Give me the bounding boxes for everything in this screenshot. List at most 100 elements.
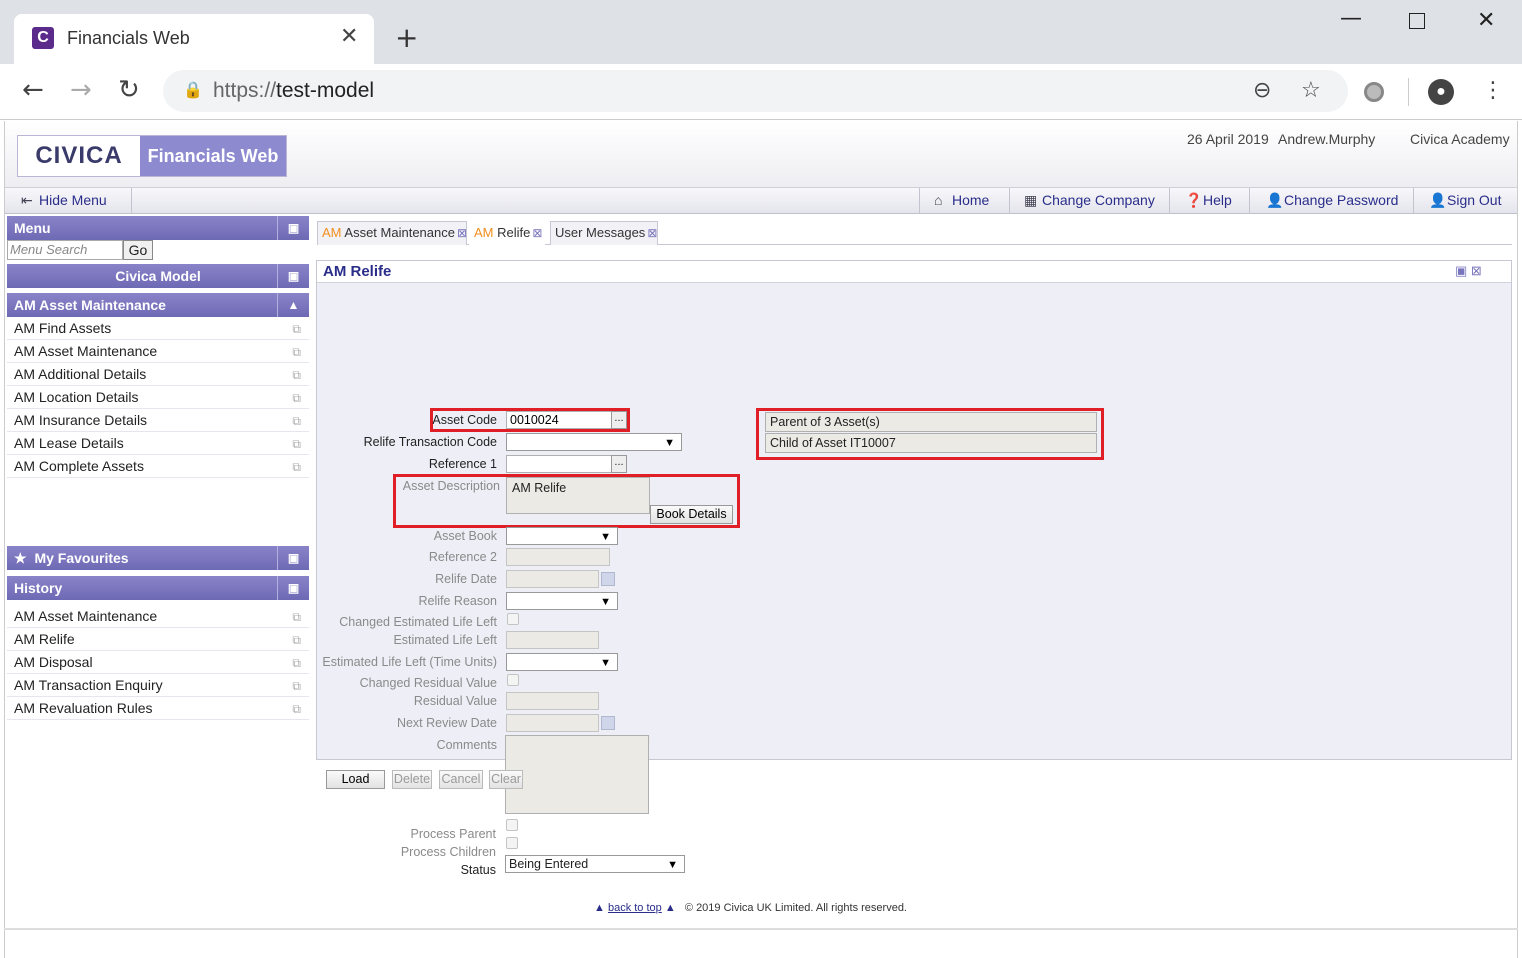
forward-arrow-icon[interactable]: → — [70, 76, 92, 104]
home-icon: ⌂ — [934, 192, 943, 208]
kebab-menu-icon[interactable]: ⋮ — [1482, 78, 1504, 104]
load-button[interactable]: Load — [326, 770, 385, 789]
browser-tab[interactable]: C Financials Web ✕ — [14, 14, 374, 64]
clear-button[interactable]: Clear — [489, 770, 523, 789]
history-item[interactable]: AM Disposal ⧉ — [7, 651, 309, 674]
menu-item-am-location-details[interactable]: AM Location Details ⧉ — [7, 386, 309, 409]
asset-description-label: Asset Description — [402, 479, 500, 493]
dropdown-arrow-icon: ▼ — [664, 437, 675, 449]
tab-title: Financials Web — [67, 28, 190, 48]
reference1-input[interactable] — [506, 455, 612, 473]
menubar-divider — [131, 188, 132, 214]
panel-toggle-icon[interactable]: ▣ — [277, 216, 309, 240]
menu-model-header[interactable]: Civica Model ▣ — [7, 264, 309, 288]
header-user: Andrew.Murphy — [1278, 131, 1376, 147]
panel-close-icon[interactable]: ⊠ — [1471, 263, 1482, 278]
menu-item-am-additional-details[interactable]: AM Additional Details ⧉ — [7, 363, 309, 386]
open-external-icon[interactable]: ⧉ — [292, 341, 301, 363]
menu-section-header[interactable]: AM Asset Maintenance ▲ — [7, 293, 309, 317]
history-item[interactable]: AM Asset Maintenance ⧉ — [7, 605, 309, 628]
tab-close-icon[interactable]: ⊠ — [532, 226, 542, 240]
asset-code-input[interactable]: 0010024 — [506, 411, 612, 429]
next-review-date-label: Next Review Date — [396, 716, 497, 730]
history-item[interactable]: AM Relife ⧉ — [7, 628, 309, 651]
tab-relife[interactable]: AM Relife ⊠ — [469, 221, 545, 245]
parent-info-field: Parent of 3 Asset(s) — [765, 412, 1097, 432]
history-item[interactable]: AM Transaction Enquiry ⧉ — [7, 674, 309, 697]
profile-icon[interactable]: ● — [1428, 79, 1454, 105]
user-key-icon: 👤 — [1266, 192, 1284, 208]
section-collapse-icon[interactable]: ▲ — [277, 293, 309, 317]
history-list: AM Asset Maintenance ⧉ AM Relife ⧉ AM Disp… — [7, 605, 309, 720]
tab-close-icon[interactable]: ⊠ — [457, 226, 467, 240]
comments-textarea[interactable] — [505, 735, 649, 814]
status-select[interactable]: Being Entered ▼ — [505, 855, 685, 873]
asset-code-lookup-button[interactable]: ... — [611, 411, 627, 429]
menu-item-am-complete-assets[interactable]: AM Complete Assets ⧉ — [7, 455, 309, 478]
estimated-life-left-units-select[interactable]: ▼ — [506, 653, 618, 671]
tab-asset-maintenance[interactable]: AM Asset Maintenance ⊠ — [317, 221, 467, 245]
menu-panel-header: Menu ▣ — [7, 216, 309, 240]
open-external-icon[interactable]: ⧉ — [292, 364, 301, 386]
process-children-label: Process Children — [400, 845, 496, 859]
extension-icon[interactable] — [1364, 82, 1384, 102]
history-panel-header[interactable]: History ▣ — [7, 576, 309, 600]
help-link[interactable]: ❓Help — [1185, 192, 1232, 209]
menu-item-am-insurance-details[interactable]: AM Insurance Details ⧉ — [7, 409, 309, 432]
reference1-lookup-button[interactable]: ... — [611, 455, 627, 473]
panel-toggle-icon[interactable]: ▣ — [277, 264, 309, 288]
minimize-icon[interactable]: — — [1340, 6, 1362, 31]
book-details-button[interactable]: Book Details — [650, 505, 733, 524]
menu-item-am-lease-details[interactable]: AM Lease Details ⧉ — [7, 432, 309, 455]
history-item[interactable]: AM Revaluation Rules ⧉ — [7, 697, 309, 720]
menu-search-input[interactable]: Menu Search — [7, 240, 123, 260]
zoom-out-icon[interactable]: ⊖ — [1253, 78, 1271, 103]
address-bar[interactable]: 🔒 https://test-model ⊖ ☆ — [163, 70, 1348, 112]
bookmark-star-icon[interactable]: ☆ — [1301, 78, 1321, 103]
favourites-panel-header[interactable]: ★ My Favourites ▣ — [7, 546, 309, 570]
relife-transaction-code-label: Relife Transaction Code — [363, 435, 497, 449]
calendar-icon — [601, 572, 615, 586]
menu-item-am-find-assets[interactable]: AM Find Assets ⧉ — [7, 317, 309, 340]
reference2-input — [506, 548, 610, 566]
civica-logo: CIVICA — [18, 136, 140, 176]
process-parent-label: Process Parent — [410, 827, 496, 841]
maximize-icon[interactable] — [1409, 13, 1425, 29]
change-company-link[interactable]: ▦ Change Company — [1024, 192, 1155, 209]
tab-close-icon[interactable]: ✕ — [340, 24, 358, 49]
sign-out-link[interactable]: 👤Sign Out — [1429, 192, 1501, 209]
app-window: CIVICA Financials Web 26 April 2019 Andr… — [4, 121, 1518, 958]
relife-reason-select[interactable]: ▼ — [506, 592, 618, 610]
menubar-divider — [1169, 188, 1170, 214]
menu-search-go-button[interactable]: Go — [123, 240, 153, 260]
page-footer: ▲ back to top ▲ © 2019 Civica UK Limited… — [594, 902, 907, 914]
relife-form-panel: AM Relife ▣ ⊠ Asset Code 0010024 ... Rel… — [316, 260, 1512, 760]
change-password-link[interactable]: 👤Change Password — [1266, 192, 1398, 209]
back-arrow-icon[interactable]: ← — [22, 76, 44, 104]
relife-transaction-code-select[interactable]: ▼ — [506, 433, 682, 451]
delete-button[interactable]: Delete — [392, 770, 432, 789]
open-external-icon[interactable]: ⧉ — [292, 387, 301, 409]
tab-user-messages[interactable]: User Messages ⊠ — [550, 221, 658, 245]
panel-maximize-icon[interactable]: ▣ — [1455, 263, 1467, 278]
tab-close-icon[interactable]: ⊠ — [647, 226, 657, 240]
home-link[interactable]: ⌂ Home — [934, 192, 989, 208]
open-external-icon[interactable]: ⧉ — [292, 318, 301, 340]
app-header: CIVICA Financials Web 26 April 2019 Andr… — [5, 121, 1517, 187]
back-to-top-link[interactable]: back to top — [608, 902, 662, 914]
new-tab-icon[interactable]: + — [395, 24, 418, 52]
changed-estimated-life-left-checkbox — [507, 613, 519, 625]
menu-item-am-asset-maintenance[interactable]: AM Asset Maintenance ⧉ — [7, 340, 309, 363]
menubar-divider — [1413, 188, 1414, 214]
reference1-label: Reference 1 — [428, 457, 497, 471]
residual-value-label: Residual Value — [413, 694, 497, 708]
url-text: https://test-model — [213, 79, 375, 102]
reload-icon[interactable]: ↻ — [118, 76, 140, 104]
changed-residual-value-label: Changed Residual Value — [359, 676, 497, 690]
hide-menu-button[interactable]: ⇤ Hide Menu — [21, 192, 107, 209]
status-label: Status — [460, 863, 496, 877]
asset-description-textarea[interactable]: AM Relife — [506, 477, 650, 514]
cancel-button[interactable]: Cancel — [439, 770, 483, 789]
window-close-icon[interactable]: ✕ — [1477, 8, 1495, 33]
asset-book-select[interactable]: ▼ — [506, 527, 618, 545]
